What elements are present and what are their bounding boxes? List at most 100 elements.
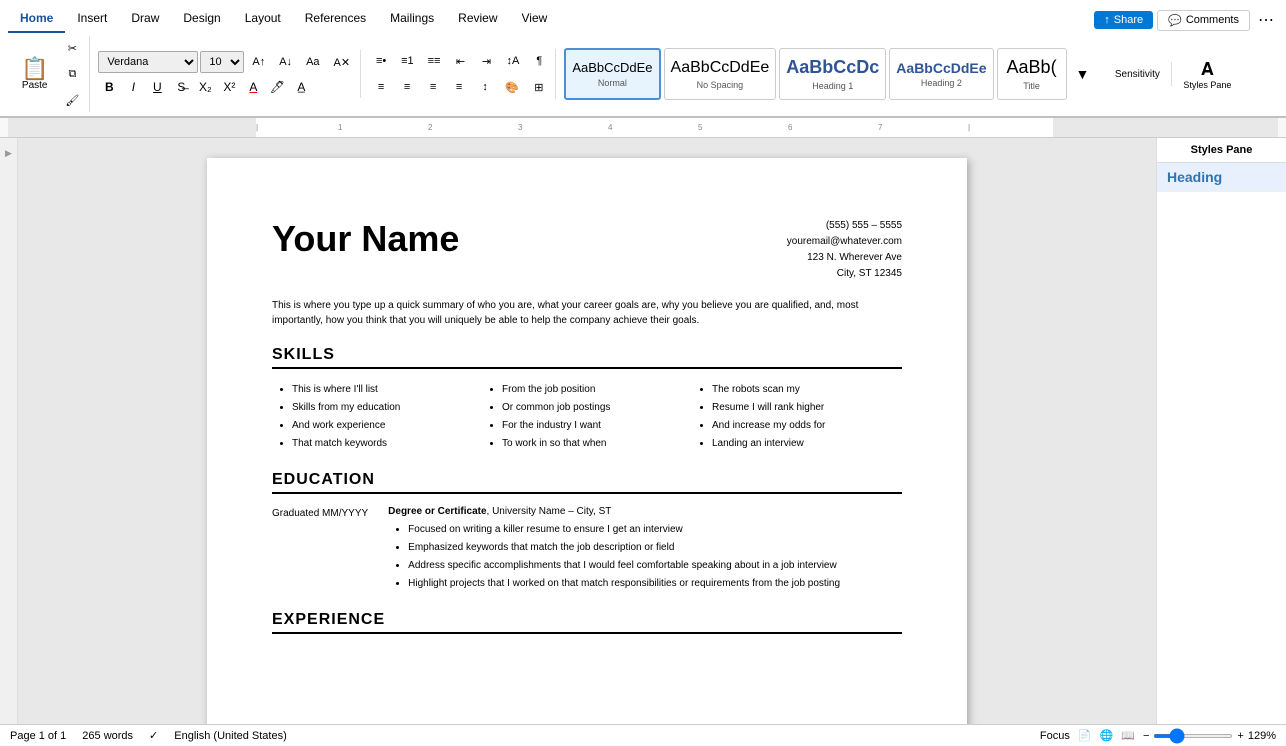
highlight-button[interactable]: 🖊: [266, 76, 288, 98]
view-read-icon[interactable]: 📖: [1121, 729, 1135, 742]
cut-button[interactable]: ✂: [59, 36, 85, 60]
style-no-spacing[interactable]: AaBbCcDdEe No Spacing: [664, 48, 777, 100]
zoom-slider[interactable]: [1153, 734, 1233, 738]
more-styles-button[interactable]: ▼: [1070, 62, 1096, 86]
align-left-button[interactable]: ≡: [369, 75, 393, 99]
ribbon-tabs: Home Insert Draw Design Layout Reference…: [0, 0, 1286, 32]
language[interactable]: English (United States): [174, 730, 287, 742]
more-options-button[interactable]: ⋯: [1254, 8, 1278, 32]
zoom-in-button[interactable]: +: [1237, 730, 1243, 742]
style-heading2-label: Heading 2: [921, 78, 962, 88]
skills-heading: SKILLS: [272, 346, 902, 369]
styles-pane-heading-item[interactable]: Heading: [1157, 163, 1286, 192]
multilevel-list-button[interactable]: ≡≡: [422, 49, 447, 73]
summary-section: This is where you type up a quick summar…: [272, 298, 902, 328]
styles-pane-label: Styles Pane: [1183, 80, 1231, 90]
increase-font-button[interactable]: A↑: [246, 50, 271, 74]
style-normal-preview: AaBbCcDdEe: [572, 60, 652, 76]
skills-col-1: This is where I'll list Skills from my e…: [272, 381, 482, 453]
institution: , University Name – City, ST: [487, 506, 612, 517]
zoom-level[interactable]: 129%: [1248, 730, 1276, 742]
tab-design[interactable]: Design: [171, 5, 232, 33]
font-controls: Verdana 10 A↑ A↓ Aa A✕ B I U S̶ X₂ X² A …: [98, 50, 356, 98]
focus-button[interactable]: Focus: [1040, 730, 1070, 742]
name-section: Your Name: [272, 218, 459, 260]
shading-button[interactable]: 🎨: [499, 75, 525, 99]
tab-references[interactable]: References: [293, 5, 378, 33]
clear-formatting-button[interactable]: A✕: [328, 50, 357, 74]
numbering-button[interactable]: ≡1: [395, 49, 420, 73]
tab-home[interactable]: Home: [8, 5, 65, 33]
skills-grid: This is where I'll list Skills from my e…: [272, 381, 902, 453]
strikethrough-button[interactable]: S̶: [170, 76, 192, 98]
tab-layout[interactable]: Layout: [233, 5, 293, 33]
copy-button[interactable]: ⧉: [59, 62, 85, 86]
style-title[interactable]: AaBb( Title: [997, 48, 1067, 100]
tab-draw[interactable]: Draw: [119, 5, 171, 33]
comments-button[interactable]: 💬 Comments: [1157, 10, 1250, 31]
paste-button[interactable]: 📋 Paste: [12, 55, 57, 94]
document-area[interactable]: Your Name (555) 555 – 5555 youremail@wha…: [18, 138, 1156, 724]
tab-view[interactable]: View: [510, 5, 560, 33]
sort-button[interactable]: ↕A: [500, 49, 525, 73]
phone: (555) 555 – 5555: [787, 218, 902, 234]
justify-button[interactable]: ≡: [447, 75, 471, 99]
zoom-out-button[interactable]: −: [1143, 730, 1149, 742]
font-family-select[interactable]: Verdana: [98, 51, 198, 73]
skill-1-3: And work experience: [292, 417, 482, 435]
border-button[interactable]: ⊞: [527, 75, 551, 99]
share-icon: ↑: [1104, 14, 1110, 26]
skill-3-4: Landing an interview: [712, 435, 902, 453]
spell-check-icon[interactable]: ✓: [149, 729, 158, 742]
styles-pane-heading-preview: Heading: [1167, 169, 1276, 185]
text-highlight-button[interactable]: A̲: [290, 76, 312, 98]
view-normal-icon[interactable]: 📄: [1078, 729, 1092, 742]
decrease-font-button[interactable]: A↓: [273, 50, 298, 74]
change-case-button[interactable]: Aa: [300, 50, 325, 74]
style-normal[interactable]: AaBbCcDdEe Normal: [564, 48, 660, 100]
tab-review[interactable]: Review: [446, 5, 509, 33]
italic-button[interactable]: I: [122, 76, 144, 98]
skill-2-4: To work in so that when: [502, 435, 692, 453]
bold-button[interactable]: B: [98, 76, 120, 98]
style-heading2[interactable]: AaBbCcDdEe Heading 2: [889, 48, 993, 100]
paragraph-controls: ≡• ≡1 ≡≡ ⇤ ⇥ ↕A ¶ ≡ ≡ ≡ ≡ ↕ 🎨 ⊞: [369, 49, 551, 99]
subscript-button[interactable]: X₂: [194, 76, 216, 98]
font-top-row: Verdana 10 A↑ A↓ Aa A✕: [98, 50, 356, 74]
summary-text: This is where you type up a quick summar…: [272, 298, 902, 328]
main-area: ▶ Your Name (555) 555 – 5555 youremail@w…: [0, 138, 1286, 724]
sensitivity-button[interactable]: Sensitivity: [1107, 62, 1167, 86]
font-color-button[interactable]: A: [242, 76, 264, 98]
education-detail: Degree or Certificate, University Name –…: [388, 506, 902, 593]
superscript-button[interactable]: X²: [218, 76, 240, 98]
style-no-spacing-label: No Spacing: [697, 80, 744, 90]
style-heading1-preview: AaBbCcDc: [786, 57, 879, 79]
email: youremail@whatever.com: [787, 234, 902, 250]
zoom-control: − + 129%: [1143, 730, 1276, 742]
align-right-button[interactable]: ≡: [421, 75, 445, 99]
increase-indent-button[interactable]: ⇥: [474, 49, 498, 73]
page-header: Your Name (555) 555 – 5555 youremail@wha…: [272, 218, 902, 282]
share-button[interactable]: ↑ Share: [1094, 11, 1153, 29]
font-size-select[interactable]: 10: [200, 51, 244, 73]
style-heading2-preview: AaBbCcDdEe: [896, 60, 986, 77]
skill-3-3: And increase my odds for: [712, 417, 902, 435]
tab-mailings[interactable]: Mailings: [378, 5, 446, 33]
tab-insert[interactable]: Insert: [65, 5, 119, 33]
format-painter-button[interactable]: 🖌: [59, 88, 85, 112]
line-spacing-button[interactable]: ↕: [473, 75, 497, 99]
styles-pane-header: Styles Pane: [1157, 138, 1286, 163]
styles-pane-button[interactable]: 𝐀 Styles Pane: [1176, 54, 1238, 95]
show-marks-button[interactable]: ¶: [527, 49, 551, 73]
view-web-icon[interactable]: 🌐: [1100, 729, 1114, 742]
bullets-button[interactable]: ≡•: [369, 49, 393, 73]
styles-pane-title: Styles Pane: [1191, 144, 1253, 156]
underline-button[interactable]: U: [146, 76, 168, 98]
styles-pane-icon: 𝐀: [1201, 59, 1214, 80]
font-bottom-row: B I U S̶ X₂ X² A 🖊 A̲: [98, 76, 356, 98]
style-heading1[interactable]: AaBbCcDc Heading 1: [779, 48, 886, 100]
sidebar-left: ▶: [0, 138, 18, 724]
skills-col-3: The robots scan my Resume I will rank hi…: [692, 381, 902, 453]
align-center-button[interactable]: ≡: [395, 75, 419, 99]
decrease-indent-button[interactable]: ⇤: [448, 49, 472, 73]
